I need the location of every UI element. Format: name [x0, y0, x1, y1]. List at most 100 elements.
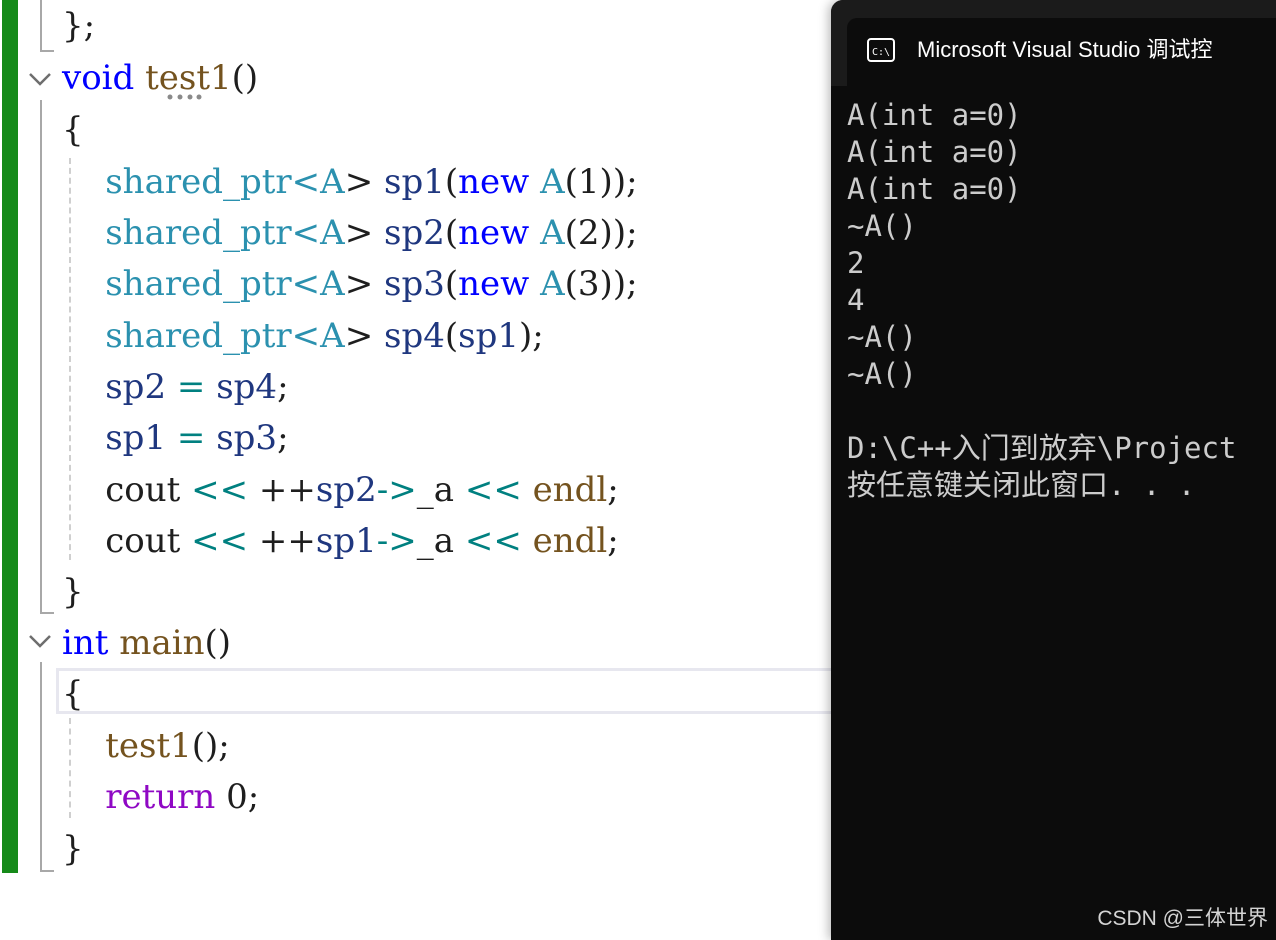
- console-titlebar[interactable]: C:\ Microsoft Visual Studio 调试控: [831, 0, 1276, 86]
- code-token: ++: [248, 470, 316, 510]
- code-token: A: [320, 162, 345, 202]
- code-token: return: [105, 777, 216, 817]
- code-line[interactable]: {: [62, 668, 84, 720]
- structure-guide-foot: [40, 870, 54, 872]
- code-token: (: [444, 316, 459, 356]
- code-token: <: [291, 162, 321, 202]
- code-token: <<: [191, 470, 249, 510]
- code-token: shared_ptr: [105, 213, 292, 253]
- code-token: <<: [464, 521, 522, 561]
- debug-console-window[interactable]: C:\ Microsoft Visual Studio 调试控 A(int a=…: [831, 0, 1276, 940]
- code-line[interactable]: void test1(): [62, 52, 258, 104]
- collapse-chevron-icon[interactable]: [26, 626, 54, 654]
- code-token: endl: [532, 470, 608, 510]
- code-token: A: [320, 316, 345, 356]
- code-token: test1: [145, 58, 232, 98]
- code-token: ++: [248, 521, 316, 561]
- console-output-line: A(int a=0): [847, 135, 1022, 169]
- code-line[interactable]: test1();: [62, 720, 230, 772]
- code-line[interactable]: sp1 = sp3;: [62, 412, 289, 464]
- code-token: (3));: [564, 264, 638, 304]
- code-token: {: [62, 674, 84, 714]
- console-icon: C:\: [867, 38, 895, 62]
- svg-text:C:\: C:\: [872, 47, 890, 58]
- code-token: (: [444, 162, 459, 202]
- code-line[interactable]: sp2 = sp4;: [62, 361, 288, 413]
- code-token: void: [62, 58, 135, 98]
- code-token: (: [444, 264, 459, 304]
- code-line[interactable]: shared_ptr<A> sp4(sp1);: [62, 310, 544, 362]
- collapse-chevron-icon[interactable]: [26, 64, 54, 92]
- code-token: =: [176, 418, 206, 458]
- code-token: ;: [277, 418, 289, 458]
- code-token: sp1: [315, 521, 377, 561]
- code-token: (): [204, 623, 232, 663]
- code-token: (2));: [564, 213, 638, 253]
- code-token: (: [444, 213, 459, 253]
- console-output-line: ~A(): [847, 357, 917, 391]
- code-token: shared_ptr: [105, 316, 292, 356]
- code-token: sp4: [216, 367, 278, 407]
- code-token: A: [320, 213, 345, 253]
- code-token: sp1: [105, 418, 167, 458]
- console-tab[interactable]: C:\ Microsoft Visual Studio 调试控: [847, 18, 1276, 86]
- console-output[interactable]: A(int a=0) A(int a=0) A(int a=0) ~A() 2 4 ~A()…: [847, 97, 1236, 504]
- code-line[interactable]: }: [62, 566, 84, 618]
- code-token: sp2: [384, 213, 445, 253]
- code-line[interactable]: return 0;: [62, 771, 259, 823]
- console-output-line: A(int a=0): [847, 172, 1022, 206]
- code-line[interactable]: };: [62, 0, 95, 52]
- console-output-line: A(int a=0): [847, 98, 1022, 132]
- code-token: (1));: [564, 162, 638, 202]
- code-token: A: [540, 213, 565, 253]
- code-line[interactable]: }: [62, 823, 84, 875]
- code-token: >: [344, 264, 385, 304]
- code-token: ->: [376, 521, 417, 561]
- code-line[interactable]: cout << ++sp1->_a << endl;: [62, 515, 619, 567]
- code-token: A: [540, 162, 565, 202]
- code-line[interactable]: {: [62, 104, 84, 156]
- code-token: cout: [62, 470, 192, 510]
- code-token: sp3: [216, 418, 278, 458]
- console-output-line: 2: [847, 246, 865, 280]
- code-token: shared_ptr: [105, 264, 292, 304]
- code-token: A: [540, 264, 565, 304]
- code-token: ;: [607, 521, 619, 561]
- code-token: (): [231, 58, 259, 98]
- code-token: sp2: [315, 470, 377, 510]
- code-token: test1: [105, 726, 192, 766]
- code-line[interactable]: shared_ptr<A> sp2(new A(2));: [62, 207, 638, 259]
- code-token: <: [291, 213, 321, 253]
- code-token: ;: [607, 470, 619, 510]
- code-token: );: [519, 316, 544, 356]
- code-token: main: [119, 623, 205, 663]
- code-line[interactable]: shared_ptr<A> sp1(new A(1));: [62, 156, 638, 208]
- code-line[interactable]: shared_ptr<A> sp3(new A(3));: [62, 258, 638, 310]
- code-line[interactable]: cout << ++sp2->_a << endl;: [62, 464, 619, 516]
- code-token: >: [344, 316, 385, 356]
- code-token: new: [458, 264, 530, 304]
- code-token: <: [291, 316, 321, 356]
- code-line[interactable]: int main(): [62, 617, 231, 669]
- code-token: cout: [62, 521, 192, 561]
- structure-guide: [40, 0, 42, 50]
- structure-guide-foot: [40, 612, 54, 614]
- code-token: {: [62, 110, 84, 150]
- console-output-line: ~A(): [847, 320, 917, 354]
